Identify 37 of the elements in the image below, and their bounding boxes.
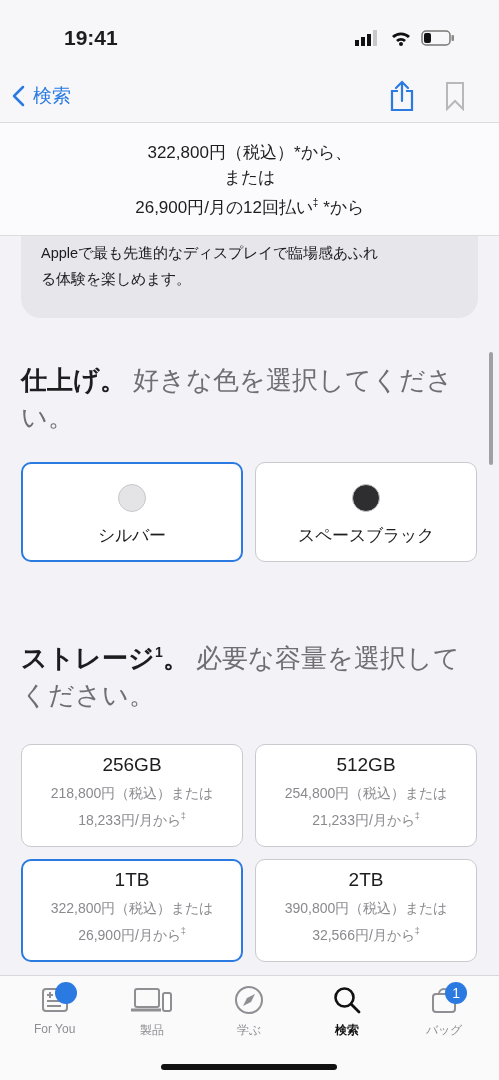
storage-capacity: 2TB xyxy=(348,869,384,892)
tab-item[interactable]: 検索 xyxy=(306,976,387,1080)
share-icon[interactable] xyxy=(389,80,415,112)
color-option[interactable]: スペースブラック xyxy=(255,462,477,562)
storage-capacity: 512GB xyxy=(336,754,396,777)
monthly-price: 26,900円/月から$^{‡}$ xyxy=(78,925,186,945)
back-button[interactable]: 検索 xyxy=(12,83,71,109)
storage-capacity: 1TB xyxy=(114,869,150,892)
tab-item[interactable]: 1 バッグ xyxy=(404,976,485,1080)
description-text: Appleで最も先進的なディスプレイで臨場感あふれる体験を楽しめます。 xyxy=(41,244,380,289)
count-badge: 1 xyxy=(445,982,468,1004)
storage-option[interactable]: 2TB 390,800円（税込）または 32,566円/月から$^{‡}$ xyxy=(255,858,477,962)
storage-price: 254,800円（税込）または xyxy=(284,784,448,804)
storage-option[interactable]: 512GB 254,800円（税込）または 21,233円/月から$^{‡}$ xyxy=(255,743,477,847)
price-line: または xyxy=(224,167,275,190)
clock-time: 19:41 xyxy=(64,25,119,50)
storage-price: 322,800円（税込）または xyxy=(50,899,214,919)
storage-capacity: 256GB xyxy=(102,754,162,777)
storage-price: 390,800円（税込）または xyxy=(284,899,448,919)
storage-price: 218,800円（税込）または xyxy=(50,784,214,804)
wifi-icon xyxy=(391,30,411,46)
section-heading: 仕上げ。 好きな色を選択してください。 xyxy=(21,365,455,433)
monthly-price: 18,233円/月から$^{‡}$ xyxy=(78,810,186,830)
monthly-price: 32,566円/月から$^{‡}$ xyxy=(312,925,420,945)
section-heading: ストレージ$^{1}$。 必要な容量を選択してください。 xyxy=(21,642,461,711)
storage-option[interactable]: 1TB 322,800円（税込）または 26,900円/月から$^{‡}$ xyxy=(21,858,243,962)
chevron-left-icon xyxy=(12,85,25,107)
color-option[interactable]: シルバー xyxy=(21,462,243,562)
price-line: 322,800円（税込）*から、 xyxy=(147,142,352,165)
laptop-phone-icon xyxy=(131,987,174,1013)
search-icon xyxy=(332,986,361,1014)
news-card-icon xyxy=(40,987,69,1013)
battery-icon xyxy=(421,30,455,46)
storage-option[interactable]: 256GB 218,800円（税込）または 18,233円/月から$^{‡}$ xyxy=(21,743,243,847)
price-line: 26,900円/月の12回払い$^{‡}$ *から xyxy=(135,196,364,219)
compass-icon xyxy=(234,985,265,1015)
monthly-price: 21,233円/月から$^{‡}$ xyxy=(312,810,420,830)
